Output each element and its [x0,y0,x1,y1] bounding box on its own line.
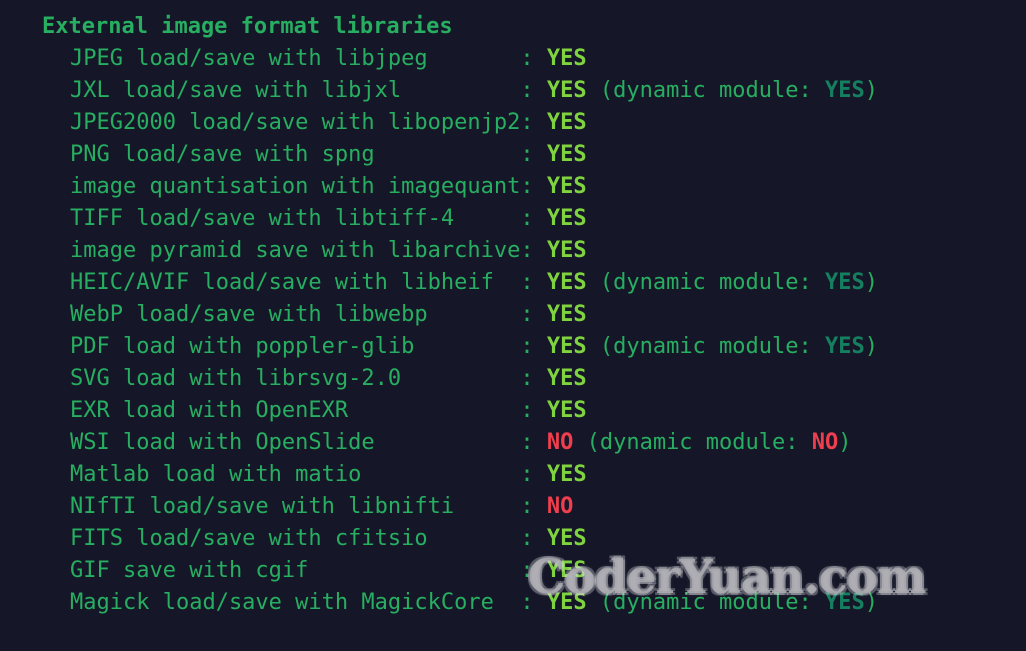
library-label: JXL load/save with libjxl [70,78,521,103]
separator: : [520,558,534,583]
separator: : [520,78,534,103]
library-row: JPEG load/save with libjpeg : YES [0,43,1026,75]
status-value: YES [546,46,587,71]
dynamic-module-suffix: ) [864,78,879,103]
dynamic-module-note: (dynamic module: NO) [573,430,852,455]
dynamic-module-prefix: (dynamic module: [599,78,812,103]
library-label: PDF load with poppler-glib [70,334,521,359]
library-label: PNG load/save with spng [70,142,521,167]
library-label: WebP load/save with libwebp [70,302,521,327]
library-label: Matlab load with matio [70,462,521,487]
library-label: GIF save with cgif [70,558,521,583]
separator: : [520,46,534,71]
status-value: NO [546,494,574,519]
dynamic-module-prefix: (dynamic module: [586,430,799,455]
library-label: JPEG load/save with libjpeg [70,46,521,71]
status-value: YES [546,174,587,199]
library-row: PDF load with poppler-glib : YES (dynami… [0,331,1026,363]
library-row: WebP load/save with libwebp : YES [0,299,1026,331]
separator: : [520,110,534,135]
status-value: YES [546,142,587,167]
separator: : [520,398,534,423]
status-value: YES [546,590,587,615]
status-value: YES [546,238,587,263]
status-value: YES [546,110,587,135]
library-row: NIfTI load/save with libnifti : NO [0,491,1026,523]
separator: : [520,142,534,167]
library-row: image pyramid save with libarchive: YES [0,235,1026,267]
status-value: YES [546,558,587,583]
library-row: HEIC/AVIF load/save with libheif : YES (… [0,267,1026,299]
dynamic-module-note: (dynamic module: YES) [587,270,878,295]
status-value: YES [546,78,587,103]
library-label: EXR load with OpenEXR [70,398,521,423]
library-label: WSI load with OpenSlide [70,430,521,455]
dynamic-module-value: YES [825,334,865,359]
section-header: External image format libraries [42,14,453,39]
status-value: YES [546,270,587,295]
library-label: NIfTI load/save with libnifti [70,494,521,519]
status-value: YES [546,398,587,423]
dynamic-module-prefix: (dynamic module: [599,270,812,295]
separator: : [520,206,534,231]
status-value: NO [546,430,574,455]
library-row: TIFF load/save with libtiff-4 : YES [0,203,1026,235]
library-row: GIF save with cgif : YES [0,555,1026,587]
dynamic-module-suffix: ) [864,270,879,295]
library-label: image quantisation with imagequant [70,174,521,199]
status-value: YES [546,462,587,487]
separator: : [520,526,534,551]
library-list: JPEG load/save with libjpeg : YES JXL loa… [0,43,1026,619]
dynamic-module-value: YES [825,590,865,615]
dynamic-module-value: NO [811,430,839,455]
status-value: YES [546,302,587,327]
separator: : [520,430,534,455]
library-row: image quantisation with imagequant: YES [0,171,1026,203]
library-label: SVG load with librsvg-2.0 [70,366,521,391]
library-label: TIFF load/save with libtiff-4 [70,206,521,231]
separator: : [520,494,534,519]
library-label: FITS load/save with cfitsio [70,526,521,551]
library-label: image pyramid save with libarchive [70,238,521,263]
separator: : [520,590,534,615]
library-row: Magick load/save with MagickCore : YES (… [0,587,1026,619]
library-row: PNG load/save with spng : YES [0,139,1026,171]
terminal-output: External image format libraries JPEG loa… [0,0,1026,651]
dynamic-module-value: YES [825,78,865,103]
dynamic-module-prefix: (dynamic module: [599,334,812,359]
dynamic-module-value: YES [825,270,865,295]
dynamic-module-note: (dynamic module: YES) [587,334,878,359]
dynamic-module-prefix: (dynamic module: [599,590,812,615]
separator: : [520,334,534,359]
dynamic-module-suffix: ) [864,590,879,615]
library-row: FITS load/save with cfitsio : YES [0,523,1026,555]
library-row: WSI load with OpenSlide : NO (dynamic mo… [0,427,1026,459]
library-label: HEIC/AVIF load/save with libheif [70,270,521,295]
library-label: JPEG2000 load/save with libopenjp2 [70,110,521,135]
separator: : [520,366,534,391]
library-row: JPEG2000 load/save with libopenjp2: YES [0,107,1026,139]
library-row: EXR load with OpenEXR : YES [0,395,1026,427]
separator: : [520,462,534,487]
status-value: YES [546,334,587,359]
library-row: Matlab load with matio : YES [0,459,1026,491]
library-row: JXL load/save with libjxl : YES (dynamic… [0,75,1026,107]
separator: : [520,302,534,327]
separator: : [520,238,534,263]
library-row: SVG load with librsvg-2.0 : YES [0,363,1026,395]
library-label: Magick load/save with MagickCore [70,590,521,615]
dynamic-module-suffix: ) [864,334,879,359]
dynamic-module-note: (dynamic module: YES) [587,78,878,103]
separator: : [520,270,534,295]
status-value: YES [546,526,587,551]
status-value: YES [546,366,587,391]
dynamic-module-note: (dynamic module: YES) [587,590,878,615]
status-value: YES [546,206,587,231]
dynamic-module-suffix: ) [838,430,852,455]
separator: : [520,174,534,199]
